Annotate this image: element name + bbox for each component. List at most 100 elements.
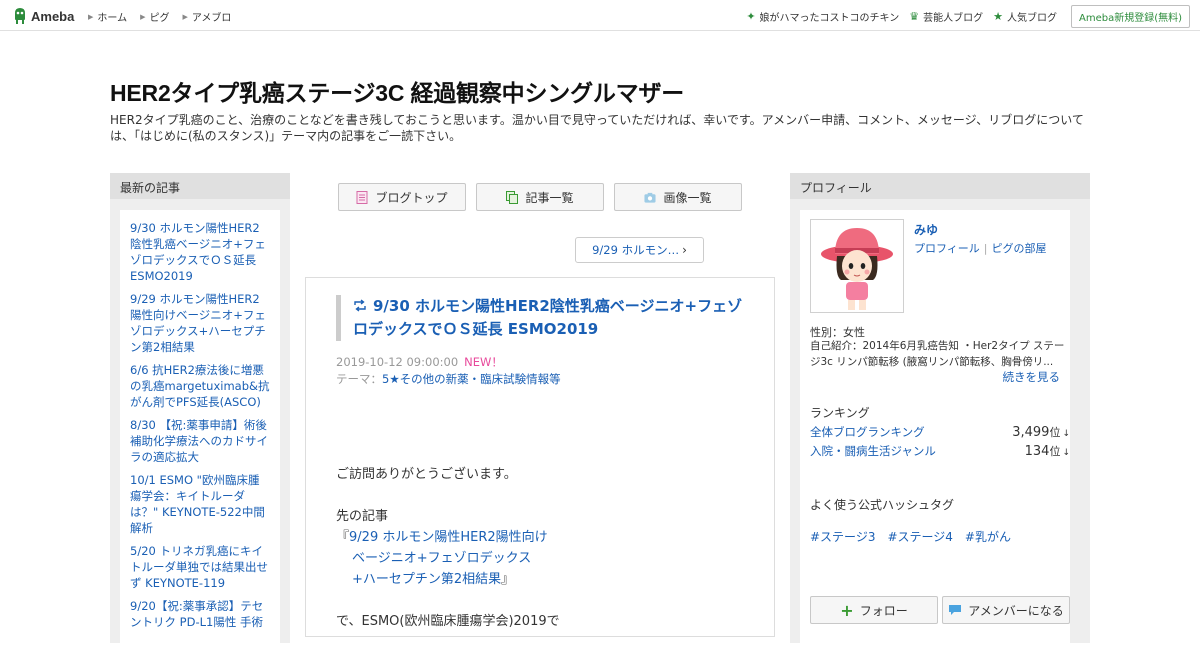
- plus-icon: +: [840, 600, 854, 620]
- ranking-label[interactable]: 入院・闘病生活ジャンル: [810, 443, 936, 459]
- recent-article-link[interactable]: 5/20 トリネガ乳癌にキイトルーダ単独では結果出せず KEYNOTE-119: [130, 543, 270, 591]
- ranking-number: 3,499: [1012, 425, 1050, 440]
- link-separator: |: [983, 242, 988, 255]
- amember-button[interactable]: アメンバーになる: [942, 596, 1070, 624]
- recent-article-link[interactable]: 6/6 抗HER2療法後に増悪の乳癌margetuximab&抗がん剤でPFS延…: [130, 362, 270, 410]
- triangle-right-icon: ▶: [88, 12, 94, 21]
- profile-intro: 自己紹介：2014年6月乳癌告知 ・Her2タイプ ステージ3c リンパ節転移 …: [810, 340, 1065, 368]
- hashtag-heading: よく使う公式ハッシュタグ: [810, 498, 955, 512]
- theme-prefix: テーマ：: [336, 372, 382, 386]
- ranking-value: 134位 ↓: [1025, 443, 1070, 459]
- trending-link-label: 娘がハマったコストコのチキン: [759, 13, 900, 24]
- article-body: ご訪問ありがとうございます。 先の記事 『9/29 ホルモン陽性HER2陽性向け…: [336, 464, 756, 632]
- blog-top-label: ブログトップ: [375, 190, 448, 205]
- star-icon: ★: [993, 10, 1003, 23]
- blog-top-button[interactable]: ブログトップ: [338, 183, 466, 211]
- linked-article-link[interactable]: ベージニオ+フェゾロデックス: [352, 551, 531, 566]
- linked-article-line-2: ベージニオ+フェゾロデックス: [336, 548, 756, 569]
- popular-blog-label: 人気ブログ: [1006, 13, 1057, 24]
- recent-articles-panel: 最新の記事 9/30 ホルモン陽性HER2陰性乳癌ベージニオ+フェゾロデックスで…: [110, 173, 290, 650]
- celebrity-blog-label: 芸能人ブログ: [923, 13, 984, 24]
- read-more-link[interactable]: 続きを見る: [1003, 369, 1061, 385]
- profile-body: みゆ プロフィール | ピグの部屋 性別：女性 自己紹介：2014年6月乳癌告知 ・…: [800, 210, 1070, 650]
- nav-ameblo-label: アメブロ: [191, 13, 232, 24]
- recent-articles-heading: 最新の記事: [110, 173, 290, 199]
- popular-blog-link[interactable]: ★ 人気ブログ: [993, 9, 1057, 24]
- hashtag-link[interactable]: #乳がん: [965, 528, 1011, 545]
- blog-description: HER2タイプ乳癌のこと、治療のことなどを書き残しておこうと思います。温かい目で…: [110, 113, 1084, 143]
- follow-label: フォロー: [859, 603, 908, 618]
- global-header: Ameba ▶ ホーム ▶ ピグ ▶ アメブロ ✦ 娘がハマったコストコのチキン ♛ 芸能…: [0, 0, 1200, 31]
- previous-article-label: 9/29 ホルモン…: [592, 243, 680, 257]
- nav-home[interactable]: ▶ ホーム: [88, 9, 127, 25]
- profile-links: プロフィール | ピグの部屋: [914, 240, 1047, 256]
- chevron-right-icon: ›: [682, 243, 687, 257]
- camera-icon: [644, 192, 657, 203]
- linked-article-link[interactable]: +ハーセプチン第2相結果: [352, 572, 501, 587]
- ranking-row-overall: 全体ブログランキング 3,499位 ↓: [810, 424, 1070, 440]
- recent-article-link[interactable]: 8/30 【祝:薬事申請】術後補助化学療法へのカドサイラの適応拡大: [130, 417, 270, 465]
- reblog-icon: [354, 299, 366, 312]
- previous-article-button[interactable]: 9/29 ホルモン… ›: [575, 237, 704, 263]
- global-nav: ▶ ホーム ▶ ピグ ▶ アメブロ: [88, 9, 244, 25]
- article-theme: テーマ：5★その他の新薬・臨床試験情報等: [336, 371, 561, 387]
- down-arrow-icon: ↓: [1062, 448, 1070, 458]
- linked-article-link[interactable]: 9/29 ホルモン陽性HER2陽性向け: [349, 530, 548, 545]
- ranking-unit: 位: [1049, 445, 1061, 458]
- greeting-text: ご訪問ありがとうございます。: [336, 467, 517, 482]
- sparkle-icon: ✦: [746, 10, 756, 23]
- recent-article-link[interactable]: 9/20【祝:薬事承認】テセントリク PD-L1陽性 手術: [130, 598, 270, 630]
- recent-article-link[interactable]: 9/29 ホルモン陽性HER2陽性向けベージニオ+フェゾロデックス+ハーセプチン…: [130, 291, 270, 355]
- quote-close: 』: [501, 572, 515, 587]
- celebrity-blog-link[interactable]: ♛ 芸能人ブログ: [909, 9, 983, 24]
- profile-name[interactable]: みゆ: [914, 221, 938, 238]
- previous-article-caption: 先の記事: [336, 509, 389, 524]
- ameba-mascot-icon: [15, 8, 25, 24]
- ameba-logo[interactable]: Ameba: [12, 6, 74, 26]
- article-date: 2019-10-12 09:00:00 NEW！: [336, 354, 503, 370]
- avatar-image: [811, 220, 903, 312]
- triangle-right-icon: ▶: [140, 12, 146, 21]
- linked-article-line-1: 『9/29 ホルモン陽性HER2陽性向け: [336, 527, 756, 548]
- recent-article-link[interactable]: 9/30 ホルモン陽性HER2陰性乳癌ベージニオ+フェゾロデックスでＯＳ延長 E…: [130, 220, 270, 284]
- recent-articles-list: 9/30 ホルモン陽性HER2陰性乳癌ベージニオ+フェゾロデックスでＯＳ延長 E…: [120, 210, 280, 650]
- speech-bubble-icon: [949, 605, 962, 615]
- copy-icon: [506, 190, 519, 204]
- header-right-links: ✦ 娘がハマったコストコのチキン ♛ 芸能人ブログ ★ 人気ブログ Ameba新規登録…: [736, 5, 1190, 28]
- ranking-label[interactable]: 全体ブログランキング: [810, 424, 925, 440]
- ranking-number: 134: [1024, 444, 1050, 459]
- article-title[interactable]: 9/30 ホルモン陽性HER2陰性乳癌ベージニオ+フェゾロデックスでＯＳ延長 E…: [353, 295, 746, 341]
- article-title-block: 9/30 ホルモン陽性HER2陰性乳癌ベージニオ+フェゾロデックスでＯＳ延長 E…: [336, 295, 746, 341]
- register-button[interactable]: Ameba新規登録(無料): [1070, 5, 1190, 28]
- ranking-unit: 位: [1049, 426, 1061, 439]
- follow-button[interactable]: + フォロー: [810, 596, 938, 624]
- blog-title[interactable]: HER2タイプ乳癌ステージ3C 経過観察中シングルマザー: [110, 74, 684, 108]
- article-tail-text: で、ESMO(欧州臨床腫瘍学会)2019で: [336, 614, 560, 629]
- article-date-text: 2019-10-12 09:00:00: [336, 355, 459, 369]
- recent-article-link[interactable]: 10/1 ESMO "欧州臨床腫瘍学会：キイトルーダは？" KEYNOTE-52…: [130, 472, 270, 536]
- article-title-text: 9/30 ホルモン陽性HER2陰性乳癌ベージニオ+フェゾロデックスでＯＳ延長 E…: [353, 297, 743, 338]
- article-list-button[interactable]: 記事一覧: [476, 183, 604, 211]
- nav-pig[interactable]: ▶ ピグ: [140, 9, 170, 25]
- hashtag-link[interactable]: #ステージ3: [810, 528, 875, 545]
- nav-pig-label: ピグ: [149, 13, 170, 24]
- nav-ameblo[interactable]: ▶ アメブロ: [182, 9, 232, 25]
- logo-text: Ameba: [31, 8, 75, 24]
- document-icon: [356, 190, 368, 204]
- amember-label: アメンバーになる: [968, 603, 1064, 618]
- trending-link[interactable]: ✦ 娘がハマったコストコのチキン: [746, 9, 899, 24]
- hashtag-link[interactable]: #ステージ4: [887, 528, 952, 545]
- image-list-button[interactable]: 画像一覧: [614, 183, 742, 211]
- new-badge: NEW！: [464, 355, 503, 369]
- ranking-heading: ランキング: [810, 406, 870, 420]
- image-list-label: 画像一覧: [663, 190, 712, 205]
- profile-heading: プロフィール: [790, 173, 1090, 199]
- theme-link[interactable]: 5★その他の新薬・臨床試験情報等: [382, 372, 561, 386]
- avatar[interactable]: [810, 219, 904, 313]
- crown-icon: ♛: [909, 10, 920, 23]
- pig-room-link[interactable]: ピグの部屋: [992, 242, 1047, 255]
- down-arrow-icon: ↓: [1062, 429, 1070, 439]
- profile-link[interactable]: プロフィール: [914, 242, 980, 255]
